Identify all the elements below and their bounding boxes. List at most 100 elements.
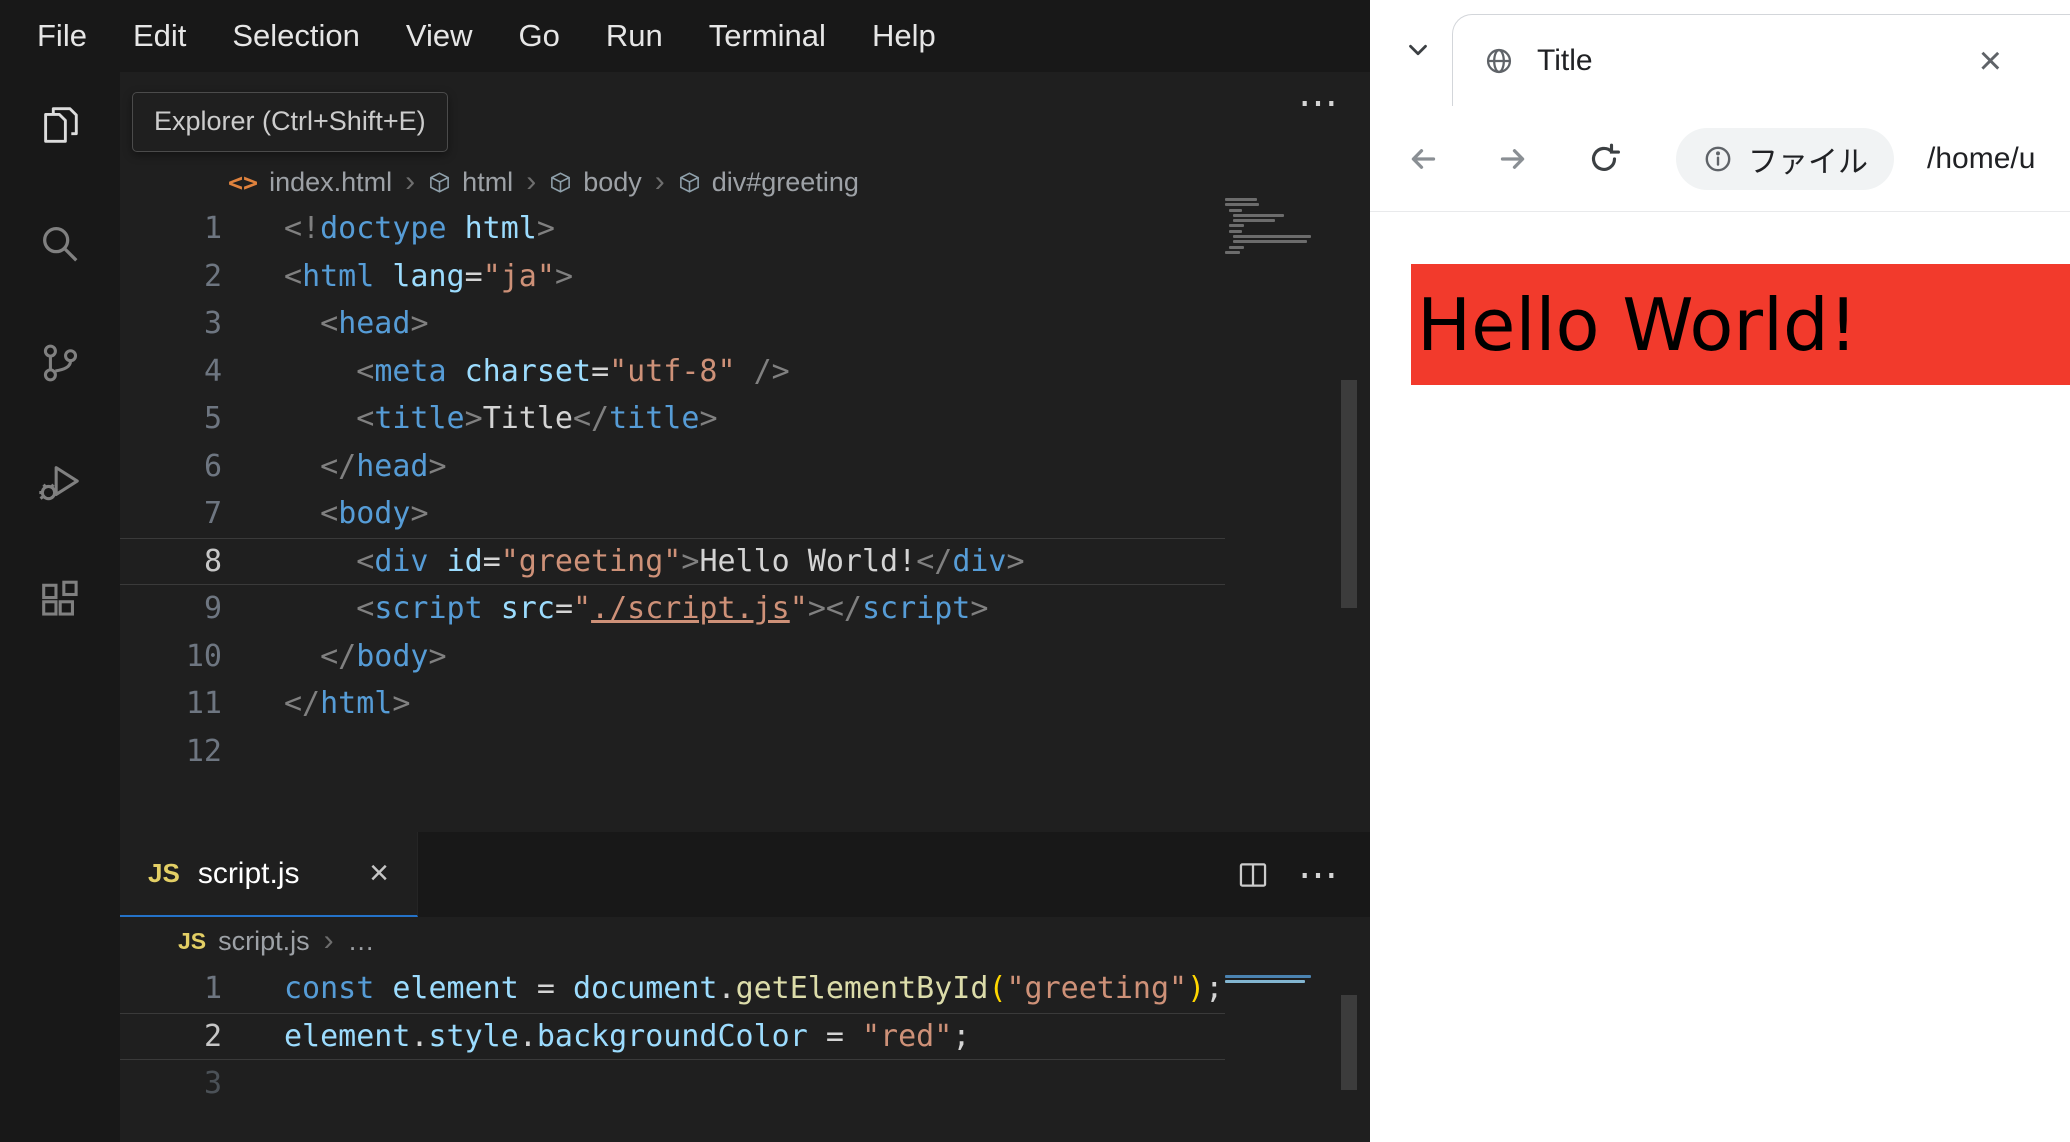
code-line-10[interactable]: 10 </body> [120,633,1225,681]
code-token: "greeting" [500,543,682,579]
menu-item-selection[interactable]: Selection [209,18,383,54]
breadcrumb-file[interactable]: script.js [218,926,310,957]
search-icon[interactable] [28,212,92,276]
menu-item-go[interactable]: Go [496,18,583,54]
code-line-2[interactable]: 2 <html lang="ja"> [120,253,1225,301]
code-line-3[interactable]: 3 [120,1060,1225,1108]
panel-scrollbar[interactable] [1341,995,1357,1090]
browser-tab-strip: Title × [1370,0,2070,106]
close-icon[interactable]: × [369,854,389,893]
browser-tab[interactable]: Title × [1452,14,2070,106]
tab-script-js[interactable]: JS script.js × [120,832,418,917]
minimap-line [1225,975,1311,978]
code-token: html [302,258,375,294]
code-token: doctype [320,211,447,246]
explorer-icon[interactable] [28,93,92,157]
menu-item-run[interactable]: Run [583,18,686,54]
code-token: const [284,971,375,1006]
origin-chip[interactable]: ファイル [1676,127,1894,190]
menu-item-help[interactable]: Help [849,18,959,54]
symbol-cube-icon [430,171,450,193]
info-icon [1705,146,1731,171]
code-token: </ [284,686,321,721]
code-token: ) [1187,971,1206,1006]
html-code-lines[interactable]: 1 <!doctype html> 2 <html lang="ja"> 3 <head… [120,205,1225,775]
run-debug-icon[interactable] [28,450,92,514]
minimap[interactable] [1225,198,1313,262]
js-code-lines[interactable]: 1 const element = document.getElementById… [120,965,1225,1108]
code-line-4[interactable]: 4 <meta charset="utf-8" /> [120,348,1225,396]
code-line-12[interactable]: 12 [120,728,1225,776]
code-text: <title>Title</title> [222,395,717,443]
code-token: > [681,543,700,579]
code-token: div [952,543,1007,579]
code-line-1[interactable]: 1 const element = document.getElementById… [120,965,1225,1013]
code-text: <!doctype html> [222,205,555,253]
forward-icon[interactable] [1495,141,1531,177]
code-token: > [464,401,483,436]
minimap[interactable] [1225,975,1313,991]
browser-toolbar: ファイル /home/u [1370,106,2070,211]
menu-item-file[interactable]: File [14,18,110,54]
line-number: 7 [203,496,222,531]
code-token: /> [753,353,790,389]
code-line-9[interactable]: 9 <script src="./script.js"></script> [120,585,1225,633]
breadcrumb-file[interactable]: index.html [269,167,392,198]
menu-item-view[interactable]: View [383,18,496,54]
breadcrumb: <> index.html › html › body › div#greeti… [228,158,859,206]
line-number: 2 [203,258,222,294]
code-line-11[interactable]: 11 </html> [120,680,1225,728]
code-token: > [428,448,447,484]
split-editor-icon[interactable] [1236,858,1270,892]
minimap-line [1225,250,1240,254]
minimap-line [1225,980,1305,984]
menu-item-edit[interactable]: Edit [110,18,209,54]
tab-search-chevron-icon[interactable] [1403,35,1433,65]
code-line-6[interactable]: 6 </head> [120,443,1225,491]
code-token: = [554,591,573,626]
editor-group-js: JS script.js × ⋯ JS script.js › … 1 const… [120,832,1370,1142]
reload-icon[interactable] [1586,141,1622,177]
breadcrumb-segment-body[interactable]: body [583,167,642,198]
code-line-3[interactable]: 3 <head> [120,300,1225,348]
symbol-cube-icon [679,171,699,193]
code-token: id [446,543,483,579]
code-token: html [320,686,393,721]
close-icon[interactable]: × [1979,41,2002,81]
line-number: 4 [203,353,222,389]
code-text: <html lang="ja"> [222,253,573,301]
code-line-2[interactable]: 2 element.style.backgroundColor = "red"; [120,1013,1225,1061]
source-control-icon[interactable] [28,331,92,395]
code-text: <script src="./script.js"></script> [222,585,988,633]
screen: File Edit Selection View Go Run Terminal… [0,0,2070,1142]
code-token: </ [916,543,953,579]
code-line-8[interactable]: 8 <div id="greeting">Hello World!</div> [120,538,1225,586]
tab-label: script.js [197,856,300,890]
code-token: Hello World! [699,543,917,579]
code-token: body [338,496,411,531]
line-number: 6 [203,448,222,484]
breadcrumb-segment-html[interactable]: html [462,167,513,198]
code-token: "red" [862,1018,953,1054]
breadcrumb-segment-div-greeting[interactable]: div#greeting [712,167,859,198]
menu-item-terminal[interactable]: Terminal [686,18,849,54]
extensions-icon[interactable] [28,569,92,633]
code-token: = [591,353,610,389]
code-token: < [284,258,303,294]
code-token: < [320,496,339,531]
code-line-1[interactable]: 1 <!doctype html> [120,205,1225,253]
url-text[interactable]: /home/u [1927,142,2035,176]
editor-scrollbar[interactable] [1341,380,1357,608]
code-token: ./script.js [591,591,790,626]
code-line-5[interactable]: 5 <title>Title</title> [120,395,1225,443]
code-token: > [807,591,826,626]
back-icon[interactable] [1405,141,1441,177]
breadcrumb-more[interactable]: … [348,926,375,957]
more-actions-icon[interactable]: ⋯ [1298,80,1340,126]
code-line-7[interactable]: 7 <body> [120,490,1225,538]
more-actions-icon[interactable]: ⋯ [1298,852,1340,898]
browser-window: Title × ファイル /home/u Hello World! [1370,0,2070,1142]
